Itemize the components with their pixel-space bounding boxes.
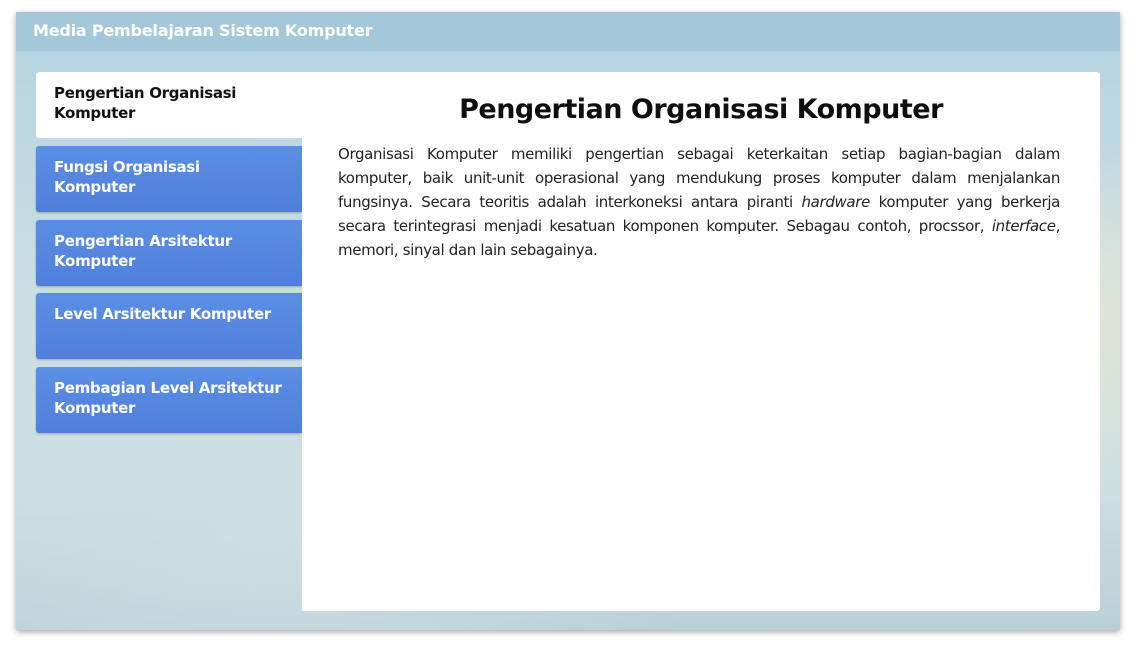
app-title: Media Pembelajaran Sistem Komputer [33, 21, 373, 40]
paragraph-emphasis: hardware [801, 193, 871, 211]
nav-item-pembagian-level[interactable]: Pembagian Level Arsitektur Komputer [36, 367, 302, 433]
nav-item-label: Pembagian Level Arsitektur Komputer [54, 379, 282, 417]
nav-item-pengertian-organisasi[interactable]: Pengertian Organisasi Komputer [36, 72, 316, 138]
nav-item-label: Fungsi Organisasi Komputer [54, 158, 200, 196]
nav-item-fungsi-organisasi[interactable]: Fungsi Organisasi Komputer [36, 146, 302, 212]
nav-item-label: Pengertian Arsitektur Komputer [54, 232, 232, 270]
nav-item-label: Pengertian Organisasi Komputer [54, 84, 237, 122]
nav-item-pengertian-arsitektur[interactable]: Pengertian Arsitektur Komputer [36, 220, 302, 286]
page-title: Pengertian Organisasi Komputer [459, 94, 943, 125]
nav-item-label: Level Arsitektur Komputer [54, 305, 271, 323]
nav-item-level-arsitektur[interactable]: Level Arsitektur Komputer [36, 293, 302, 359]
app-window: Media Pembelajaran Sistem Komputer Penge… [16, 12, 1120, 630]
title-bar: Media Pembelajaran Sistem Komputer [16, 12, 1120, 51]
content-panel: Pengertian Organisasi Komputer Organisas… [302, 72, 1100, 611]
paragraph-emphasis: interface [991, 217, 1056, 235]
content-paragraph: Organisasi Komputer memiliki pengertian … [338, 142, 1060, 262]
